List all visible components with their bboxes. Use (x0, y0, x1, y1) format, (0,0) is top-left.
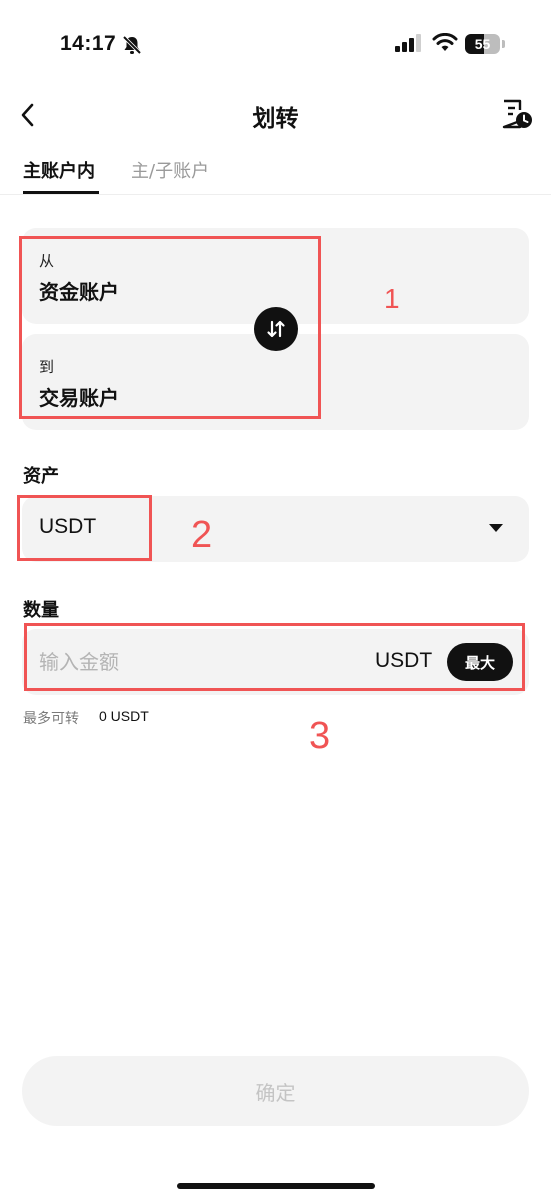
tab-divider (0, 194, 551, 195)
annotation-number-1: 1 (384, 283, 400, 314)
caret-down-icon (489, 524, 503, 532)
home-indicator (177, 1183, 375, 1189)
tab-sub-account[interactable]: 主/子账户 (131, 157, 209, 183)
wifi-icon (432, 33, 458, 51)
annotation-box-3 (24, 623, 525, 691)
max-transferable-value: 0 USDT (99, 708, 149, 724)
battery-icon: 55 (465, 34, 500, 54)
transfer-history-icon[interactable] (500, 99, 534, 131)
max-transferable-label: 最多可转 (23, 711, 79, 727)
battery-indicator: 55 (465, 34, 505, 54)
battery-percent: 55 (474, 36, 491, 52)
status-time: 14:17 (60, 32, 117, 55)
annotation-box-1 (19, 236, 321, 419)
battery-nub (502, 40, 505, 48)
annotation-number-3: 3 (309, 715, 331, 757)
asset-label: 资产 (23, 466, 59, 487)
bell-muted-icon (122, 35, 142, 55)
amount-label: 数量 (23, 600, 59, 621)
confirm-button[interactable]: 确定 (22, 1056, 529, 1126)
page-title: 划转 (252, 106, 299, 132)
annotation-number-2: 2 (191, 514, 213, 556)
tab-main-account[interactable]: 主账户内 (23, 157, 95, 183)
annotation-box-2 (17, 495, 152, 561)
cellular-signal-icon (395, 34, 421, 52)
